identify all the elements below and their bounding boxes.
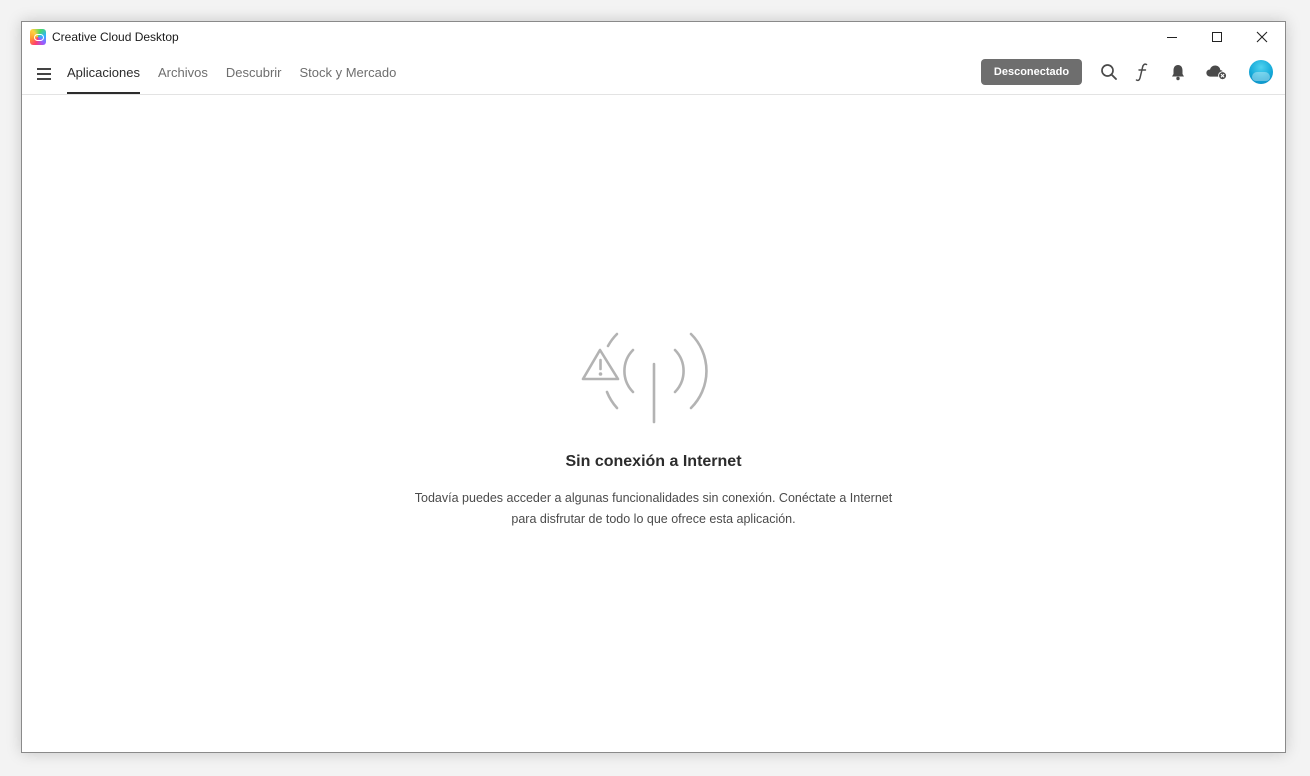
- window-title: Creative Cloud Desktop: [52, 30, 179, 44]
- minimize-icon: [1167, 37, 1177, 38]
- offline-status-button[interactable]: Desconectado: [981, 59, 1082, 85]
- search-icon[interactable]: [1097, 60, 1121, 84]
- maximize-button[interactable]: [1194, 22, 1240, 52]
- tab-aplicaciones[interactable]: Aplicaciones: [67, 56, 149, 94]
- empty-state-title: Sin conexión a Internet: [565, 453, 742, 470]
- maximize-icon: [1212, 32, 1222, 42]
- empty-state-description: Todavía puedes acceder a algunas funcion…: [402, 488, 905, 530]
- tab-descubrir[interactable]: Descubrir: [217, 56, 291, 94]
- app-window: Creative Cloud Desktop Aplicaciones Arch…: [21, 21, 1286, 753]
- app-header: Aplicaciones Archivos Descubrir Stock y …: [22, 56, 1285, 95]
- fonts-icon[interactable]: [1130, 60, 1154, 84]
- close-icon: [1256, 31, 1268, 43]
- empty-state-line-1: Todavía puedes acceder a algunas funcion…: [414, 491, 893, 505]
- close-button[interactable]: [1239, 22, 1285, 52]
- avatar[interactable]: [1249, 60, 1273, 84]
- title-bar: Creative Cloud Desktop: [22, 22, 1285, 52]
- tab-stock-y-mercado[interactable]: Stock y Mercado: [290, 56, 405, 94]
- creative-cloud-logo-icon: [30, 29, 46, 45]
- cloud-offline-icon[interactable]: [1205, 60, 1229, 84]
- main-tabs: Aplicaciones Archivos Descubrir Stock y …: [67, 56, 405, 94]
- minimize-button[interactable]: [1149, 22, 1195, 52]
- empty-state-line-2: para disfrutar de todo lo que ofrece est…: [511, 512, 796, 526]
- no-connection-illustration-icon: [581, 332, 708, 424]
- main-content: Sin conexión a Internet Todavía puedes a…: [22, 95, 1285, 752]
- bell-icon[interactable]: [1166, 60, 1190, 84]
- tab-archivos[interactable]: Archivos: [149, 56, 217, 94]
- hamburger-menu-icon[interactable]: [37, 68, 51, 80]
